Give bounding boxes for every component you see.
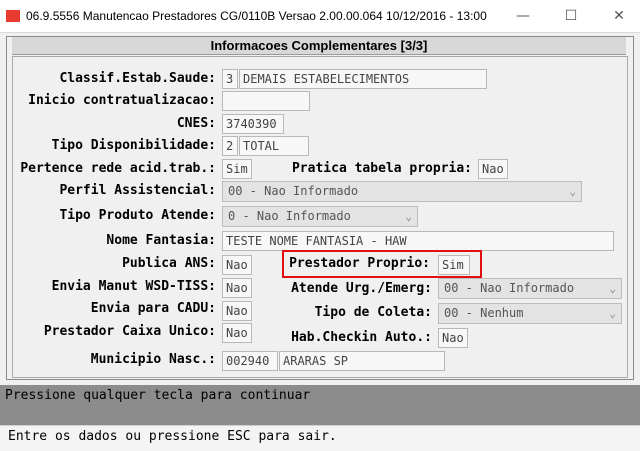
caixa-unico-field[interactable]: Nao: [222, 323, 252, 343]
minimize-button[interactable]: —: [508, 6, 538, 26]
chevron-down-icon: ⌄: [609, 282, 616, 295]
tipo-coleta-select[interactable]: 00 - Nenhum ⌄: [438, 303, 622, 324]
pratica-field[interactable]: Nao: [478, 159, 508, 179]
minimize-icon: —: [516, 8, 530, 24]
tipo-prod-label: Tipo Produto Atende:: [59, 208, 216, 223]
prestador-proprio-field[interactable]: Sim: [438, 255, 470, 275]
envia-wsd-label: Envia Manut WSD-TISS:: [51, 279, 216, 294]
publica-field[interactable]: Nao: [222, 255, 252, 275]
maximize-icon: ☐: [564, 8, 578, 24]
municipio-label: Municipio Nasc.:: [90, 352, 216, 367]
window-title: 06.9.5556 Manutencao Prestadores CG/0110…: [26, 9, 487, 23]
pertence-label: Pertence rede acid.trab.:: [20, 161, 216, 176]
nome-fantasia-label: Nome Fantasia:: [106, 233, 216, 248]
pertence-field[interactable]: Sim: [222, 159, 252, 179]
inicio-label: Inicio contratualizacao:: [28, 93, 216, 108]
hab-checkin-label: Hab.Checkin Auto.:: [291, 330, 432, 345]
cnes-field[interactable]: 3740390: [222, 114, 284, 134]
tipo-coleta-value: 00 - Nenhum: [444, 306, 524, 320]
inicio-field[interactable]: [222, 91, 310, 111]
app-icon: [6, 10, 20, 22]
chevron-down-icon: ⌄: [405, 210, 412, 223]
status-message: Entre os dados ou pressione ESC para sai…: [8, 429, 337, 444]
prestador-proprio-label: Prestador Proprio:: [289, 256, 430, 271]
caixa-unico-label: Prestador Caixa Unico:: [43, 324, 216, 339]
pratica-label: Pratica tabela propria:: [291, 161, 472, 176]
envia-cadu-label: Envia para CADU:: [90, 301, 216, 316]
chevron-down-icon: ⌄: [569, 185, 576, 198]
tipo-prod-select[interactable]: 0 - Nao Informado ⌄: [222, 206, 418, 227]
tipo-disp-desc-field: TOTAL: [239, 136, 309, 156]
envia-wsd-field[interactable]: Nao: [222, 278, 252, 298]
cnes-label: CNES:: [176, 116, 216, 131]
chevron-down-icon: ⌄: [609, 307, 616, 320]
close-button[interactable]: ✕: [604, 6, 634, 26]
atende-urg-label: Atende Urg./Emerg:: [291, 281, 432, 296]
tipo-coleta-label: Tipo de Coleta:: [314, 305, 432, 320]
municipio-name-field: ARARAS SP: [279, 351, 445, 371]
hab-checkin-field[interactable]: Nao: [438, 328, 468, 348]
panel-header: Informacoes Complementares [3/3]: [12, 37, 626, 55]
tipo-prod-value: 0 - Nao Informado: [228, 209, 351, 223]
perfil-select[interactable]: 00 - Nao Informado ⌄: [222, 181, 582, 202]
perfil-label: Perfil Assistencial:: [59, 183, 216, 198]
maximize-button[interactable]: ☐: [556, 6, 586, 26]
nome-fantasia-field[interactable]: TESTE NOME FANTASIA - HAW: [222, 231, 614, 251]
publica-label: Publica ANS:: [122, 256, 216, 271]
municipio-code-field[interactable]: 002940: [222, 351, 278, 371]
envia-cadu-field[interactable]: Nao: [222, 301, 252, 321]
classif-code-field[interactable]: 3: [222, 69, 238, 89]
tipo-disp-label: Tipo Disponibilidade:: [51, 138, 216, 153]
atende-urg-select[interactable]: 00 - Nao Informado ⌄: [438, 278, 622, 299]
continue-message: Pressione qualquer tecla para continuar: [5, 388, 311, 403]
close-icon: ✕: [613, 8, 625, 24]
classif-label: Classif.Estab.Saude:: [59, 71, 216, 86]
perfil-value: 00 - Nao Informado: [228, 184, 359, 198]
atende-urg-value: 00 - Nao Informado: [444, 281, 575, 295]
classif-desc-field: DEMAIS ESTABELECIMENTOS: [239, 69, 487, 89]
tipo-disp-code-field[interactable]: 2: [222, 136, 238, 156]
